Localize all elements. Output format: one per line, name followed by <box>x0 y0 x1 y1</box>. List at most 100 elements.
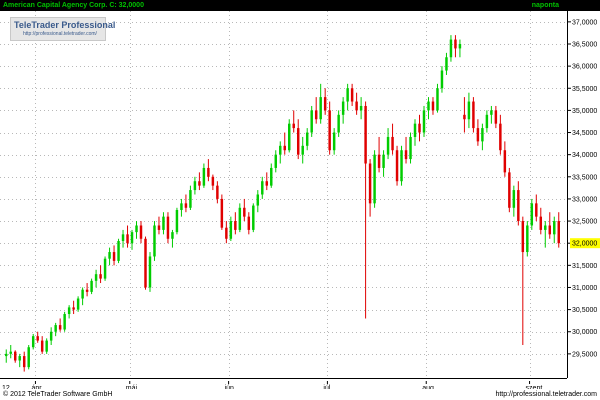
candle-body <box>45 340 48 352</box>
candle-body <box>198 181 201 186</box>
candle <box>283 132 286 155</box>
candle-body <box>382 154 385 168</box>
candle-body <box>31 336 35 348</box>
y-tick-label: 32,5000 <box>572 219 597 226</box>
candle-body <box>485 114 489 129</box>
candle <box>54 322 57 337</box>
candle <box>341 97 345 124</box>
candle-body <box>530 203 534 226</box>
candle <box>350 83 354 106</box>
candle-body <box>373 154 376 204</box>
candle-body <box>508 172 511 208</box>
candle-body <box>189 190 192 208</box>
candle <box>211 174 215 191</box>
candle-body <box>431 101 435 111</box>
candle <box>512 185 516 217</box>
candle-body <box>400 150 403 182</box>
candle-body <box>81 289 84 299</box>
candle <box>382 150 385 177</box>
candle <box>130 229 134 250</box>
candle <box>458 39 462 58</box>
y-tick-label: 31,0000 <box>572 285 597 292</box>
candle-body <box>391 136 394 151</box>
candle <box>5 349 8 363</box>
candle-body <box>467 101 471 120</box>
candle <box>391 123 394 155</box>
candle <box>377 136 381 173</box>
candle <box>198 172 201 191</box>
candle <box>13 350 17 363</box>
candle-body <box>296 128 300 155</box>
candle-body <box>202 167 206 186</box>
candle-body <box>139 225 143 239</box>
footer-url[interactable]: http://professional.teletrader.com <box>495 389 597 400</box>
candle-body <box>305 132 309 146</box>
candle <box>157 216 161 235</box>
candle <box>9 345 12 359</box>
candle-body <box>436 88 439 111</box>
candle-body <box>63 314 66 330</box>
logo-url-text: http://professional.teletrader.com/ <box>23 31 97 37</box>
candle-body <box>180 203 183 210</box>
candle-body <box>454 39 457 49</box>
candle-body <box>445 57 448 71</box>
y-tick-label: 34,5000 <box>572 130 597 137</box>
candle <box>40 336 44 354</box>
candle-body <box>395 150 399 182</box>
candle <box>270 163 273 188</box>
price-chart-svg[interactable] <box>0 11 567 378</box>
candle-body <box>476 128 480 142</box>
plot-area[interactable] <box>0 11 567 378</box>
candle <box>274 150 277 173</box>
candle-body <box>112 252 116 261</box>
candle <box>476 119 480 146</box>
candle-body <box>539 216 543 230</box>
candle <box>472 97 475 133</box>
candle-body <box>216 185 219 199</box>
candle <box>108 247 111 266</box>
candle-body <box>157 225 161 230</box>
candle-body <box>9 351 12 354</box>
candle-body <box>319 97 322 120</box>
candle <box>454 35 457 58</box>
candle-body <box>148 256 152 288</box>
candle <box>517 181 520 226</box>
candle-body <box>153 225 156 257</box>
candle <box>90 278 93 295</box>
candle <box>112 245 116 266</box>
candle-body <box>126 234 129 244</box>
candle-body <box>108 252 111 259</box>
candle <box>121 229 125 248</box>
candle-body <box>279 145 282 155</box>
y-axis: 29,5000 30,0000 30,5000 31,0000 31,5000 32,00… <box>567 11 600 378</box>
candle <box>103 256 107 281</box>
period-label[interactable]: naponta <box>532 0 559 11</box>
candle <box>175 207 179 235</box>
candle <box>548 212 552 239</box>
candle-body <box>270 167 273 186</box>
candle-body <box>323 97 327 111</box>
candle-body <box>256 194 260 206</box>
candle-body <box>310 110 313 133</box>
candle <box>422 105 426 137</box>
candle-body <box>364 105 367 164</box>
candle <box>189 185 192 210</box>
candle-body <box>135 225 138 233</box>
candle-body <box>427 101 430 111</box>
candle <box>81 287 84 306</box>
candle-body <box>557 221 560 244</box>
candle <box>139 221 143 244</box>
candle-body <box>117 240 120 261</box>
candle-body <box>355 101 358 111</box>
y-tick-label: 37,0000 <box>572 19 597 26</box>
candle-body <box>418 123 421 133</box>
candle-body <box>67 307 71 315</box>
candle <box>337 110 340 137</box>
candle <box>508 167 511 213</box>
candle-body <box>130 232 134 244</box>
candle <box>229 216 233 241</box>
candle-body <box>463 114 466 120</box>
candle <box>449 35 453 62</box>
candle-body <box>521 221 525 253</box>
candle-body <box>94 274 98 281</box>
